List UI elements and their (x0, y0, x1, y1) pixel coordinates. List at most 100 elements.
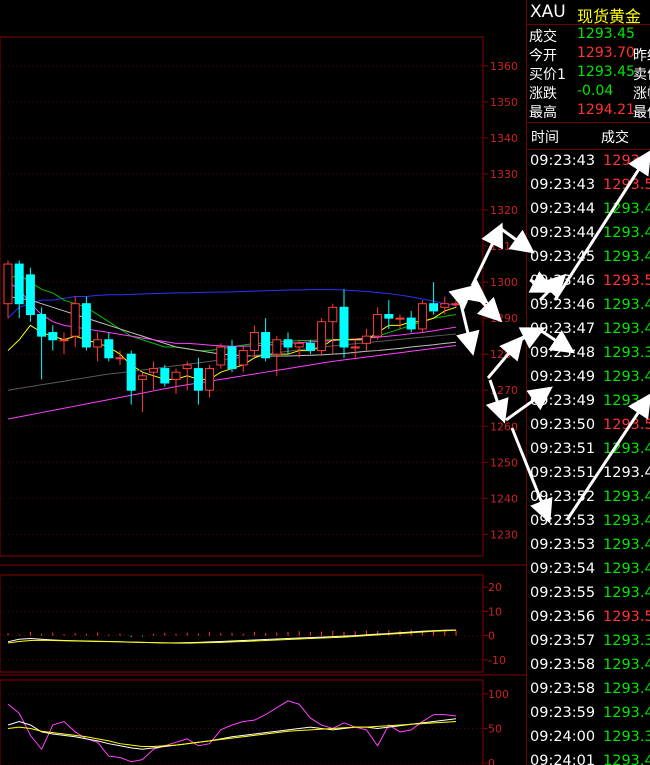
candle-body (350, 346, 360, 349)
tick-row[interactable]: 09:23:57 1293.3 (527, 630, 650, 654)
tick-row[interactable]: 09:23:58 1293.4 (527, 678, 650, 702)
price-tick-label: 1240 (490, 492, 518, 505)
tick-row[interactable]: 09:23:49 1293.4 (527, 390, 650, 414)
price-tick-label: 1260 (490, 420, 518, 433)
tick-row[interactable]: 09:23:51 1293.4 (527, 438, 650, 462)
tick-price: 1293.4 (603, 681, 650, 697)
tick-price: 1293.4 (603, 393, 650, 409)
quote-value: 1294.21 (577, 102, 635, 118)
tick-row[interactable]: 09:24:00 1293.3 (527, 726, 650, 750)
tick-row[interactable]: 09:23:50 1293.5 (527, 414, 650, 438)
candle-body (384, 314, 394, 319)
tick-price: 1293.4 (603, 225, 650, 241)
tick-price: 1293.4 (603, 537, 650, 553)
oscillator-2-axis: 100 50 0 (483, 688, 509, 765)
tick-time: 09:24:01 (530, 753, 596, 765)
tick-row[interactable]: 09:23:56 1293.5 (527, 606, 650, 630)
candle (93, 332, 103, 362)
osc1-tick-label: 20 (488, 581, 502, 594)
candle (238, 346, 248, 373)
price-axis: 1360 1350 1340 1330 1320 1310 1300 1290 1280 1270… (483, 60, 518, 541)
tick-row[interactable]: 09:23:45 1293.4 (527, 246, 650, 270)
tick-row[interactable]: 09:23:52 1293.4 (527, 486, 650, 510)
tick-row[interactable]: 09:23:47 1293.4 (527, 318, 650, 342)
candle-body (272, 339, 282, 355)
tick-price: 1293.4 (603, 297, 650, 313)
tick-row[interactable]: 09:23:59 1293.4 (527, 702, 650, 726)
tick-time: 09:23:47 (530, 321, 596, 337)
tick-row[interactable]: 09:23:53 1293.4 (527, 534, 650, 558)
tick-time: 09:23:52 (530, 489, 596, 505)
tick-row[interactable]: 09:23:58 1293.4 (527, 654, 650, 678)
candle (81, 296, 91, 351)
osc2-tick-label: 100 (488, 688, 509, 701)
price-tick-label: 1360 (490, 60, 518, 73)
price-tick-label: 1330 (490, 168, 518, 181)
tick-row[interactable]: 09:23:44 1293.4 (527, 198, 650, 222)
tick-row[interactable]: 09:23:46 1293.5 (527, 270, 650, 294)
tick-time: 09:23:51 (530, 441, 596, 457)
tick-time: 09:23:55 (530, 585, 596, 601)
tick-row[interactable]: 09:23:43 1293.5 (527, 150, 650, 174)
symbol-name: 现货黄金 (577, 7, 642, 26)
candle (70, 296, 80, 347)
candle-body (25, 274, 35, 316)
candle (350, 339, 360, 358)
candle-body (104, 339, 114, 359)
quote-header: XAU 现货黄金 (527, 0, 650, 26)
tick-row[interactable]: 09:23:54 1293.4 (527, 558, 650, 582)
tick-price: 1293.4 (603, 753, 650, 765)
price-tick-label: 1290 (490, 312, 518, 325)
candle-body (193, 368, 203, 391)
osc2-line (7, 700, 457, 763)
tick-price: 1293.3 (603, 345, 650, 361)
osc1-tick-label: -10 (488, 654, 506, 667)
candle (406, 310, 416, 333)
tick-price: 1293.5 (603, 153, 650, 169)
candle (429, 282, 439, 315)
candle-body (37, 314, 47, 337)
candle-body (70, 303, 80, 337)
candle-body (81, 303, 91, 348)
chart-area[interactable]: 1360 1350 1340 1330 1320 1310 1300 1290 1280 1270… (0, 0, 526, 765)
oscillator-1-axis: 20 10 0 -10 (483, 581, 506, 667)
tick-row[interactable]: 09:23:46 1293.4 (527, 294, 650, 318)
candle (205, 364, 215, 398)
candle (339, 289, 349, 358)
quote-label: 买价1 (529, 67, 566, 83)
tick-row[interactable]: 09:23:48 1293.3 (527, 342, 650, 366)
candle-body (3, 263, 13, 305)
candle (440, 296, 450, 315)
candle-body (149, 368, 159, 373)
tick-row[interactable]: 09:23:55 1293.4 (527, 582, 650, 606)
tick-price: 1293.4 (603, 249, 650, 265)
tick-price: 1293.4 (603, 369, 650, 385)
trading-screen: 1360 1350 1340 1330 1320 1310 1300 1290 1280 1270… (0, 0, 650, 765)
tick-row[interactable]: 09:23:44 1293.4 (527, 222, 650, 246)
tick-price: 1293.3 (603, 729, 650, 745)
tick-time: 09:23:44 (530, 225, 596, 241)
tick-row[interactable]: 09:23:51 1293.4 (527, 462, 650, 486)
candle-body (283, 339, 293, 348)
quote-label-2: 涨幅 (633, 86, 650, 102)
candle (261, 318, 271, 362)
candle-body (429, 303, 439, 312)
oscillator-2 (7, 700, 457, 763)
quote-value: -0.04 (577, 83, 614, 99)
tick-row[interactable]: 09:23:49 1293.4 (527, 366, 650, 390)
quote-label-2: 昨结 (633, 48, 650, 64)
candle-body (406, 317, 416, 330)
price-tick-label: 1280 (490, 348, 518, 361)
ticks-header-time: 时间 (531, 130, 559, 146)
tick-row[interactable]: 09:23:43 1293.5 (527, 174, 650, 198)
tick-list[interactable]: 09:23:43 1293.5 09:23:43 1293.5 09:23:44 1293… (527, 150, 650, 765)
tick-row[interactable]: 09:23:53 1293.4 (527, 510, 650, 534)
quote-label: 涨跌 (529, 86, 557, 102)
tick-row[interactable]: 09:24:01 1293.4 (527, 750, 650, 765)
tick-price: 1293.5 (603, 273, 650, 289)
tick-price: 1293.4 (603, 321, 650, 337)
quote-panel: XAU 现货黄金 成交1293.45今开1293.70昨结买价11293.45卖… (526, 0, 650, 765)
ticks-header-price: 成交 (601, 130, 629, 146)
candle (182, 361, 192, 391)
osc1-tick-label: 10 (488, 605, 502, 618)
